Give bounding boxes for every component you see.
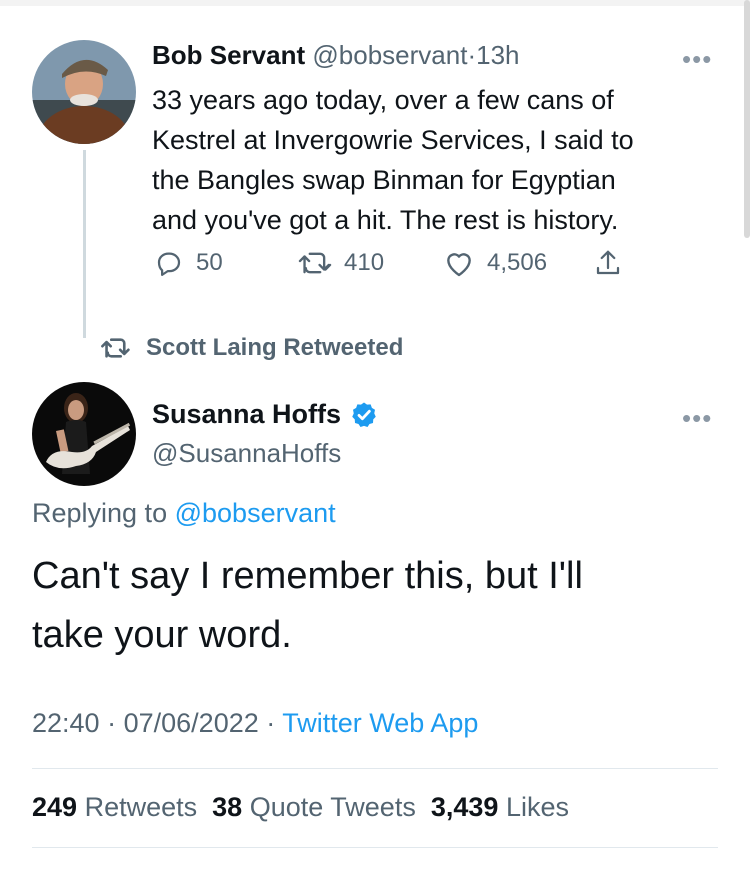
divider (32, 847, 718, 848)
tweet1-text-line: the Bangles swap Binman for Egyptian (152, 165, 616, 195)
avatar-susanna-hoffs[interactable] (32, 382, 136, 486)
timestamp-dot: · (266, 708, 276, 738)
likes-count: 3,439 (430, 792, 499, 822)
tweet1-author-name[interactable]: Bob Servant (152, 40, 305, 70)
retweet-action[interactable]: 410 (298, 248, 384, 278)
replying-to-mention[interactable]: @bobservant (175, 498, 336, 528)
tweet1-text-line: and you've got a hit. The rest is histor… (152, 205, 619, 235)
tweet1-handle[interactable]: @bobservant (312, 40, 467, 70)
divider (32, 768, 718, 769)
like-count: 4,506 (487, 249, 548, 276)
tweet1-text: 33 years ago today, over a few cans of K… (152, 80, 712, 240)
retweet-count: 410 (344, 249, 385, 276)
retweet-context[interactable]: Scott Laing Retweeted (100, 334, 403, 362)
retweet-context-label: Scott Laing Retweeted (146, 334, 404, 361)
retweet-icon (298, 252, 332, 274)
retweets-count: 249 (32, 792, 78, 822)
reply-action[interactable]: 50 (154, 248, 223, 278)
share-icon (596, 250, 620, 275)
quote-tweets-label: Quote Tweets (249, 792, 416, 822)
likes-stat[interactable]: 3,439 Likes (431, 792, 569, 822)
verified-badge-icon (352, 402, 376, 427)
tweet2-author[interactable]: Susanna Hoffs (152, 399, 379, 430)
replying-to: Replying to @bobservant (32, 498, 336, 529)
replying-to-label: Replying to (32, 498, 168, 528)
tweet2-stats: 249 Retweets 38 Quote Tweets 3,439 Likes (32, 792, 569, 823)
more-icon[interactable]: ••• (682, 44, 712, 75)
reply-count: 50 (196, 249, 223, 276)
tweet2-text-line: Can't say I remember this, but I'll (32, 555, 583, 597)
tweet1-text-line: 33 years ago today, over a few cans of (152, 85, 614, 115)
retweets-stat[interactable]: 249 Retweets (32, 792, 197, 822)
reply-icon (157, 252, 181, 276)
quote-tweets-stat[interactable]: 38 Quote Tweets (212, 792, 416, 822)
retweets-label: Retweets (84, 792, 198, 822)
tweet1-separator: · (467, 40, 477, 70)
top-edge (0, 0, 750, 6)
like-icon (447, 253, 471, 277)
avatar-bob-servant[interactable] (32, 40, 136, 144)
more-icon[interactable]: ••• (682, 403, 712, 434)
tweet2-text-line: take your word. (32, 614, 292, 656)
tweet1-header: Bob Servant @bobservant·13h (152, 40, 520, 71)
like-action[interactable]: 4,506 (443, 248, 547, 278)
thread-connector (83, 150, 86, 338)
likes-label: Likes (505, 792, 569, 822)
retweet-icon (101, 338, 130, 358)
tweet1-time[interactable]: 13h (476, 40, 519, 70)
tweet2-timestamp: 22:40 · 07/06/2022 · Twitter Web App (32, 708, 478, 739)
tweet2-author-name[interactable]: Susanna Hoffs (152, 399, 341, 430)
share-action[interactable] (594, 248, 622, 278)
timestamp-dot: · (107, 708, 117, 738)
tweet1-text-line: Kestrel at Invergowrie Services, I said … (152, 125, 634, 155)
tweet2-time[interactable]: 22:40 (32, 708, 100, 738)
quote-tweets-count: 38 (212, 792, 243, 822)
tweet2-text: Can't say I remember this, but I'll take… (32, 547, 722, 665)
scrollbar[interactable] (744, 0, 750, 238)
tweet2-handle[interactable]: @SusannaHoffs (152, 438, 341, 469)
tweet2-date[interactable]: 07/06/2022 (124, 708, 259, 738)
tweet2-source[interactable]: Twitter Web App (282, 708, 478, 738)
